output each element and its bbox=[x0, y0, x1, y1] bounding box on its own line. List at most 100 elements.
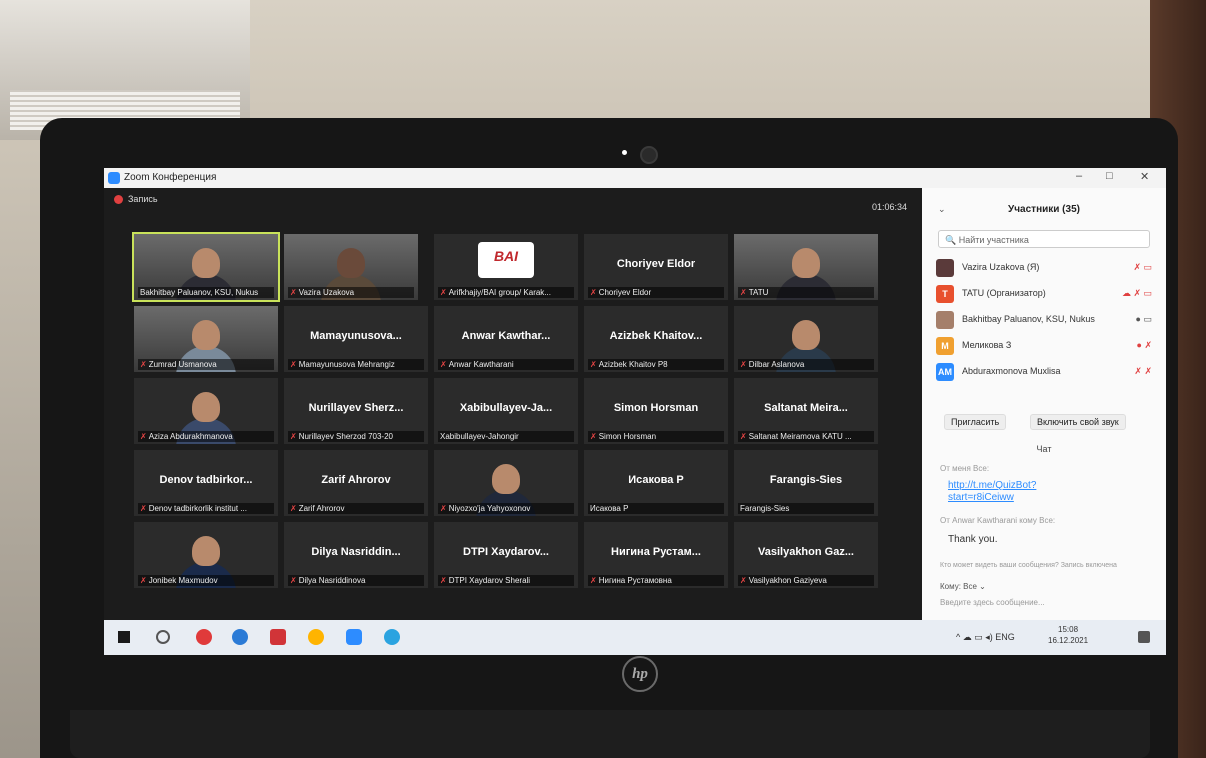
acrobat-icon[interactable] bbox=[270, 629, 286, 645]
minimize-icon[interactable]: – bbox=[1076, 170, 1082, 182]
video-tile[interactable]: BAI ✗ Arifkhajiy/BAI group/ Karak... bbox=[434, 234, 578, 300]
mic-off-icon: ✗ bbox=[290, 504, 297, 513]
video-tile[interactable]: Farangis-Sies Farangis-Sies bbox=[734, 450, 878, 516]
participant-row[interactable]: Vazira Uzakova (Я) ✗ ▭ bbox=[932, 258, 1152, 278]
video-tile[interactable]: DTPI Xaydarov... ✗ DTPI Xaydarov Sherali bbox=[434, 522, 578, 588]
taskbar-clock[interactable]: 15:08 16.12.2021 bbox=[1048, 624, 1088, 646]
chat-recipient[interactable]: Кому: Все ⌄ bbox=[940, 582, 986, 591]
mic-off-icon: ✗ bbox=[140, 360, 147, 369]
bai-group-logo: BAI bbox=[478, 242, 534, 278]
tile-name: ✗ Нигина Рустамовна bbox=[588, 575, 724, 586]
tile-name-text: Azizbek Khaitov P8 bbox=[598, 360, 668, 369]
mic-off-icon[interactable]: ✗ ▭ bbox=[1133, 262, 1152, 273]
tile-name-text: Saltanat Meiramova KATU ... bbox=[748, 432, 852, 441]
tile-name: ✗ Dilya Nasriddinova bbox=[288, 575, 424, 586]
tile-big-name: Farangis-Sies bbox=[769, 474, 843, 486]
tile-name: ✗ Dilbar Aslanova bbox=[738, 359, 874, 370]
tile-name: ✗ Zumrad Usmanova bbox=[138, 359, 274, 370]
video-tile[interactable]: Нигина Рустам... ✗ Нигина Рустамовна bbox=[584, 522, 728, 588]
participant-name: Bakhitbay Paluanov, KSU, Nukus bbox=[962, 314, 1095, 324]
windows-start-icon[interactable] bbox=[118, 631, 130, 643]
clock-date: 16.12.2021 bbox=[1048, 636, 1089, 645]
video-tile[interactable]: Mamayunusova... ✗ Mamayunusova Mehrangiz bbox=[284, 306, 428, 372]
video-tile[interactable]: Anwar Kawthar... ✗ Anwar Kawtharani bbox=[434, 306, 578, 372]
tile-name: ✗ Zarif Ahrorov bbox=[288, 503, 424, 514]
video-off-icon[interactable]: ● ✗ bbox=[1137, 340, 1152, 351]
participants-title: Участники (35) bbox=[1008, 204, 1080, 215]
mic-on-icon[interactable]: ● ▭ bbox=[1136, 314, 1152, 325]
tile-name: ✗ Niyozxo'ja Yahyoxonov bbox=[438, 503, 574, 514]
camera-light bbox=[622, 150, 627, 155]
video-tile[interactable]: Simon Horsman ✗ Simon Horsman bbox=[584, 378, 728, 444]
participant-search-input[interactable]: 🔍 Найти участника bbox=[938, 230, 1150, 248]
participant-row[interactable]: AM Abduraxmonova Muxlisa ✗ ✗ bbox=[932, 362, 1152, 382]
chat-message: Thank you. bbox=[948, 534, 998, 545]
tile-name: ✗ DTPI Xaydarov Sherali bbox=[438, 575, 574, 586]
participant-row[interactable]: T TATU (Организатор) ☁ ✗ ▭ bbox=[932, 284, 1152, 304]
chat-link[interactable]: http://t.me/QuizBot?start=r8iCeiww bbox=[948, 480, 1058, 504]
telegram-icon[interactable] bbox=[384, 629, 400, 645]
invite-button[interactable]: Пригласить bbox=[944, 414, 1007, 430]
mic-off-icon: ✗ bbox=[740, 576, 747, 585]
video-tile[interactable]: Vasilyakhon Gaz... ✗ Vasilyakhon Gaziyeva bbox=[734, 522, 878, 588]
participant-name: TATU (Организатор) bbox=[962, 288, 1046, 298]
participant-row[interactable]: Bakhitbay Paluanov, KSU, Nukus ● ▭ bbox=[932, 310, 1152, 330]
chat-input[interactable]: Введите здесь сообщение... bbox=[940, 598, 1045, 607]
unmute-button[interactable]: Включить свой звук bbox=[1030, 414, 1126, 430]
video-tile[interactable]: ✗ Vazira Uzakova bbox=[284, 234, 418, 300]
system-tray[interactable]: ^ ☁ ▭ ◂) ENG bbox=[956, 632, 1015, 643]
tile-name-text: Zarif Ahrorov bbox=[298, 504, 345, 513]
chat-sender: От меня Все: bbox=[940, 464, 990, 473]
search-icon[interactable] bbox=[156, 630, 170, 644]
video-tile[interactable]: Denov tadbirkor... ✗ Denov tadbirkorlik i… bbox=[134, 450, 278, 516]
tile-big-name: Исакова Р bbox=[628, 474, 684, 486]
edge-icon[interactable] bbox=[232, 629, 248, 645]
tile-name: Bakhitbay Paluanov, KSU, Nukus bbox=[138, 287, 274, 298]
person-face bbox=[792, 248, 820, 278]
yandex-icon[interactable] bbox=[196, 629, 212, 645]
tile-big-name: Dilya Nasriddin... bbox=[311, 546, 401, 558]
tile-big-name: Anwar Kawthar... bbox=[461, 330, 551, 342]
video-tile[interactable]: ✗ Niyozxo'ja Yahyoxonov bbox=[434, 450, 578, 516]
notifications-icon[interactable] bbox=[1138, 631, 1150, 643]
chrome-icon[interactable] bbox=[308, 629, 324, 645]
tile-name: ✗ Arifkhajiy/BAI group/ Karak... bbox=[438, 287, 574, 298]
video-tile[interactable]: Nurillayev Sherz... ✗ Nurillayev Sherzod … bbox=[284, 378, 428, 444]
participant-name: Меликова З bbox=[962, 340, 1012, 350]
mic-off-icon: ✗ bbox=[740, 432, 747, 441]
person-face bbox=[192, 536, 220, 566]
video-tile[interactable]: ✗ Aziza Abdurakhmanova bbox=[134, 378, 278, 444]
video-tile[interactable]: ✗ Zumrad Usmanova bbox=[134, 306, 278, 372]
webcam bbox=[640, 146, 658, 164]
video-tile[interactable]: ✗ TATU bbox=[734, 234, 878, 300]
video-tile[interactable]: Dilya Nasriddin... ✗ Dilya Nasriddinova bbox=[284, 522, 428, 588]
video-tile[interactable]: Saltanat Meira... ✗ Saltanat Meiramova KA… bbox=[734, 378, 878, 444]
video-tile[interactable]: Choriyev Eldor ✗ Choriyev Eldor bbox=[584, 234, 728, 300]
tile-name-text: Niyozxo'ja Yahyoxonov bbox=[448, 504, 531, 513]
mic-off-icon[interactable]: ☁ ✗ ▭ bbox=[1122, 288, 1152, 299]
window-titlebar: Zoom Конференция – □ ✕ bbox=[104, 168, 1166, 188]
tile-name: ✗ Denov tadbirkorlik institut ... bbox=[138, 503, 274, 514]
video-tile[interactable]: ✗ Jonibek Maxmudov bbox=[134, 522, 278, 588]
person-face bbox=[192, 392, 220, 422]
mic-off-icon[interactable]: ✗ ✗ bbox=[1134, 366, 1152, 377]
close-icon[interactable]: ✕ bbox=[1140, 170, 1149, 183]
tile-name: ✗ Saltanat Meiramova KATU ... bbox=[738, 431, 874, 442]
zoom-taskbar-icon[interactable] bbox=[346, 629, 362, 645]
video-tile[interactable]: Bakhitbay Paluanov, KSU, Nukus bbox=[132, 232, 280, 302]
maximize-icon[interactable]: □ bbox=[1106, 170, 1113, 182]
participant-row[interactable]: M Меликова З ● ✗ bbox=[932, 336, 1152, 356]
video-tile[interactable]: Исакова Р Исакова Р bbox=[584, 450, 728, 516]
tile-name: ✗ Nurillayev Sherzod 703-20 bbox=[288, 431, 424, 442]
tile-name-text: Nurillayev Sherzod 703-20 bbox=[298, 432, 393, 441]
video-tile[interactable]: Xabibullayev-Ja... Xabibullayev-Jahongir bbox=[434, 378, 578, 444]
mic-off-icon: ✗ bbox=[290, 576, 297, 585]
tile-name: ✗ Anwar Kawtharani bbox=[438, 359, 574, 370]
video-tile[interactable]: ✗ Dilbar Aslanova bbox=[734, 306, 878, 372]
video-tile[interactable]: Azizbek Khaitov... ✗ Azizbek Khaitov P8 bbox=[584, 306, 728, 372]
tile-name-text: Нигина Рустамовна bbox=[598, 576, 672, 585]
tile-name-text: Dilbar Aslanova bbox=[748, 360, 805, 369]
zoom-icon bbox=[108, 172, 120, 184]
video-tile[interactable]: Zarif Ahrorov ✗ Zarif Ahrorov bbox=[284, 450, 428, 516]
bai-logo-text: BAI bbox=[493, 248, 519, 264]
